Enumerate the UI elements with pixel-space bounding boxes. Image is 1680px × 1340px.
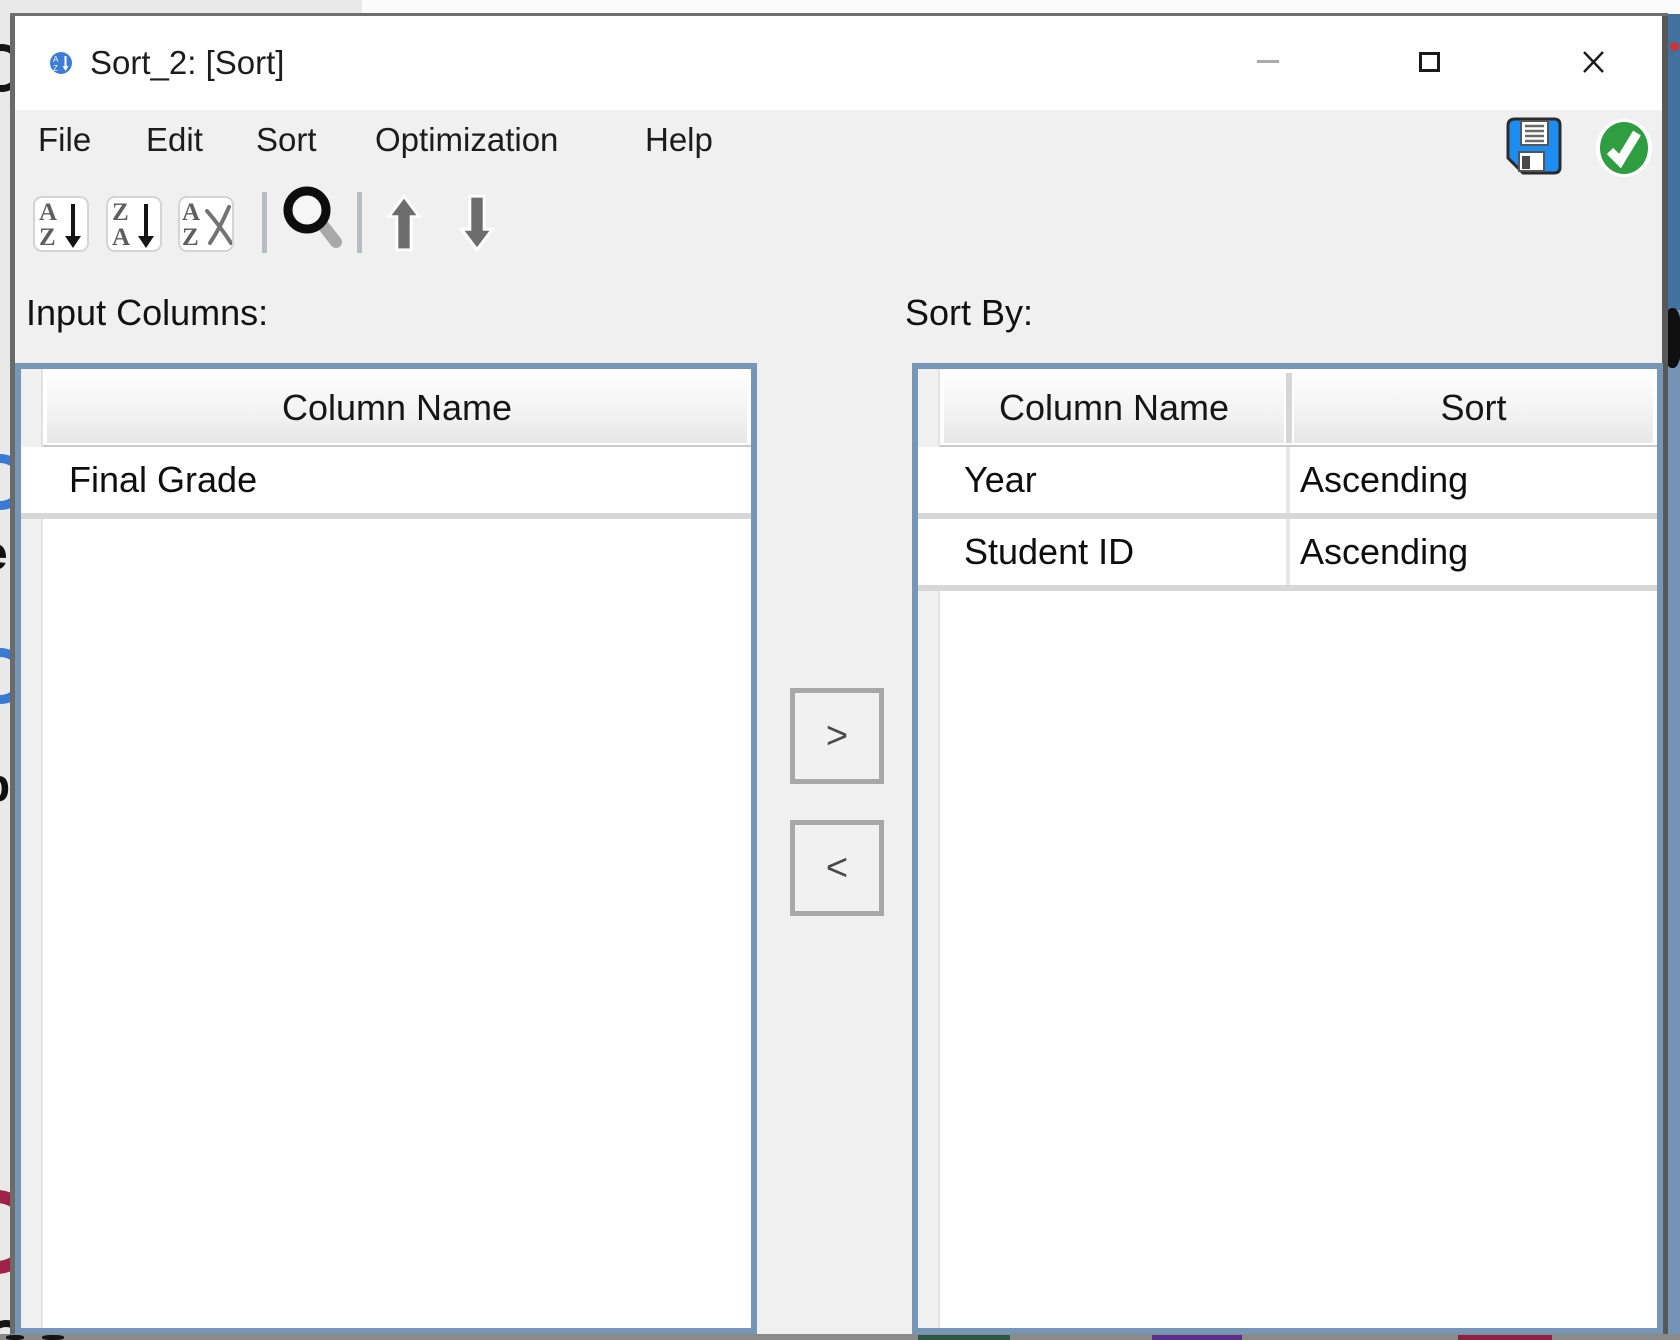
cell-divider [1286, 519, 1290, 585]
background-fragment [1458, 1335, 1552, 1340]
sort-by-header: Column Name Sort [940, 369, 1657, 447]
save-floppy-icon[interactable] [1506, 116, 1562, 176]
remove-from-sort-button[interactable]: < [790, 820, 884, 916]
svg-text:Z: Z [182, 224, 199, 250]
remove-button-label: < [826, 847, 848, 890]
table-row[interactable]: Final Grade [21, 447, 751, 513]
menu-sort[interactable]: Sort [256, 114, 317, 166]
background-fragment: p [0, 758, 10, 812]
cell-final-grade: Final Grade [69, 447, 257, 513]
background-top-strip [0, 0, 362, 14]
sort-header: Sort [1294, 373, 1653, 443]
svg-text:A: A [53, 55, 59, 64]
table-row[interactable]: Student ID Ascending [918, 519, 1657, 585]
background-fragment [42, 1335, 64, 1340]
screen: e p A Z Sort_2: [Sort] File Edit So [0, 0, 1680, 1340]
background-fragment [1670, 42, 1679, 51]
background-top-strip [362, 0, 1680, 14]
background-fragment [6, 1335, 24, 1340]
maximize-icon[interactable] [1419, 52, 1440, 72]
background-right-sliver [1668, 14, 1680, 1340]
add-button-label: > [826, 715, 848, 758]
background-fragment [1668, 14, 1680, 310]
toolbar-separator [262, 192, 267, 253]
input-columns-header: Column Name [43, 369, 751, 447]
background-fragment [1668, 308, 1680, 368]
column-name-header: Column Name [944, 373, 1284, 443]
svg-text:Z: Z [53, 64, 58, 73]
row-separator [918, 585, 1657, 591]
sort-node-icon: A Z [50, 52, 72, 74]
sort-za-descending-icon[interactable]: Z A [106, 196, 162, 252]
close-icon[interactable] [1583, 51, 1604, 73]
search-icon[interactable] [280, 184, 346, 256]
clear-sorting-icon[interactable]: A Z [178, 196, 234, 252]
menu-help[interactable]: Help [645, 114, 713, 166]
background-fragment [1152, 1335, 1242, 1340]
cell-divider [1286, 447, 1290, 513]
arrow-up-icon[interactable] [386, 192, 422, 254]
background-fragment [918, 1335, 1010, 1340]
sort-az-ascending-icon[interactable]: A Z [33, 196, 89, 252]
column-name-header: Column Name [47, 373, 747, 443]
cell-column-name: Student ID [964, 519, 1134, 585]
row-separator [21, 513, 751, 519]
background-bottom-strip [0, 1334, 1680, 1340]
menu-edit[interactable]: Edit [146, 114, 203, 166]
input-columns-label: Input Columns: [26, 292, 268, 334]
input-columns-table: Column Name Final Grade [15, 363, 757, 1334]
arrow-down-icon[interactable] [459, 192, 495, 254]
svg-text:A: A [39, 199, 57, 226]
ok-check-icon[interactable] [1595, 118, 1653, 178]
menu-optimization[interactable]: Optimization [375, 114, 558, 166]
menu-file[interactable]: File [38, 114, 91, 166]
header-divider [1286, 373, 1292, 443]
background-fragment: e [0, 526, 8, 580]
cell-sort-direction[interactable]: Ascending [1300, 447, 1468, 513]
toolbar-separator [357, 192, 362, 253]
minimize-icon[interactable] [1257, 60, 1279, 63]
table-row[interactable]: Year Ascending [918, 447, 1657, 513]
svg-text:Z: Z [39, 224, 56, 250]
cell-column-name: Year [964, 447, 1037, 513]
sort-by-label: Sort By: [905, 292, 1033, 334]
window-title: Sort_2: [Sort] [90, 16, 284, 110]
sort-by-table: Column Name Sort Year Ascending Student … [912, 363, 1663, 1334]
svg-text:Z: Z [112, 199, 129, 226]
add-to-sort-button[interactable]: > [790, 688, 884, 784]
svg-text:A: A [112, 224, 130, 250]
cell-sort-direction[interactable]: Ascending [1300, 519, 1468, 585]
svg-text:A: A [182, 199, 200, 226]
